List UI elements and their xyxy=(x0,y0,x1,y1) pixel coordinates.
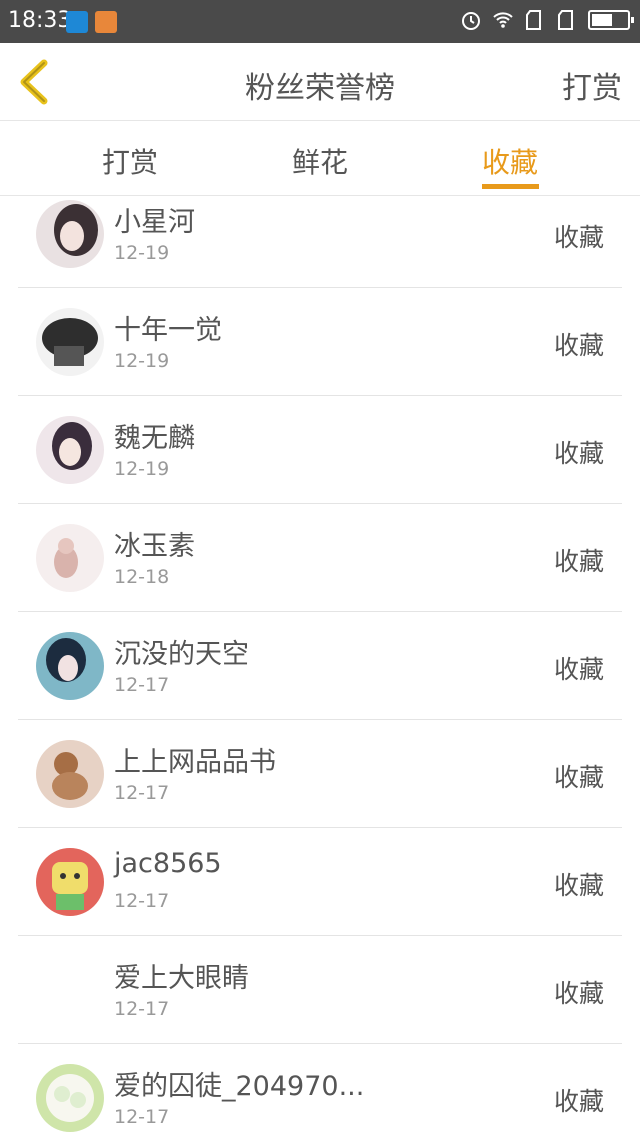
fan-name: 上上网品品书 xyxy=(114,747,276,778)
list-item[interactable]: 沉没的天空 12-17 收藏 xyxy=(18,612,622,720)
reward-button[interactable]: 打赏 xyxy=(562,63,622,107)
fan-action: 收藏 xyxy=(553,979,604,1008)
fan-action: 收藏 xyxy=(553,1087,604,1116)
signal-icon xyxy=(558,10,573,30)
fan-action: 收藏 xyxy=(553,223,604,252)
avatar xyxy=(36,632,104,700)
fan-date: 12-18 xyxy=(114,566,170,588)
fan-name: 十年一觉 xyxy=(114,315,222,346)
tab-flowers[interactable]: 鲜花 xyxy=(240,121,400,196)
list-item[interactable]: 冰玉素 12-18 收藏 xyxy=(18,504,622,612)
avatar xyxy=(36,1064,104,1132)
page-title: 粉丝荣誉榜 xyxy=(245,71,395,106)
fan-action: 收藏 xyxy=(553,763,604,792)
fan-date: 12-17 xyxy=(114,782,170,804)
fan-action: 收藏 xyxy=(553,439,604,468)
list-item[interactable]: 爱上大眼睛 12-17 收藏 xyxy=(18,936,622,1044)
status-time: 18:33 xyxy=(8,8,72,33)
status-bar: 18:33 xyxy=(0,0,640,43)
avatar xyxy=(36,416,104,484)
tab-bar: 打赏 鲜花 收藏 xyxy=(0,121,640,196)
avatar xyxy=(36,740,104,808)
avatar xyxy=(36,848,104,916)
active-tab-indicator xyxy=(482,184,539,189)
fan-name: 爱上大眼睛 xyxy=(114,963,249,994)
list-item[interactable]: 爱的囚徒_204970... 12-17 收藏 xyxy=(18,1044,622,1138)
fan-action: 收藏 xyxy=(553,871,604,900)
fan-name: 沉没的天空 xyxy=(114,639,249,670)
tab-reward[interactable]: 打赏 xyxy=(50,121,210,196)
fan-date: 12-19 xyxy=(114,242,170,264)
battery-icon xyxy=(588,10,634,30)
nav-bar: 粉丝荣誉榜 打赏 xyxy=(0,43,640,121)
fan-date: 12-17 xyxy=(114,998,170,1020)
fan-name: 冰玉素 xyxy=(114,531,195,562)
fan-action: 收藏 xyxy=(553,331,604,360)
fan-date: 12-19 xyxy=(114,350,170,372)
fan-name: jac8565 xyxy=(114,848,222,879)
fan-action: 收藏 xyxy=(553,655,604,684)
fan-action: 收藏 xyxy=(553,547,604,576)
alarm-icon xyxy=(462,12,480,30)
list-item[interactable]: 魏无麟 12-19 收藏 xyxy=(18,396,622,504)
signal-icon xyxy=(526,10,541,30)
status-icons xyxy=(460,9,634,31)
list-item[interactable]: 十年一觉 12-19 收藏 xyxy=(18,288,622,396)
list-item[interactable]: jac8565 12-17 收藏 xyxy=(18,828,622,936)
fan-name: 爱的囚徒_204970... xyxy=(114,1071,365,1102)
screenshot-app-icon xyxy=(66,11,88,33)
fan-date: 12-17 xyxy=(114,1106,170,1128)
avatar xyxy=(36,524,104,592)
list-item[interactable]: 上上网品品书 12-17 收藏 xyxy=(18,720,622,828)
fan-name: 魏无麟 xyxy=(114,423,195,454)
fan-date: 12-19 xyxy=(114,458,170,480)
fan-date: 12-17 xyxy=(114,674,170,696)
fan-list[interactable]: 小星河 12-19 收藏 十年一觉 12-19 收藏 魏无麟 12-19 收藏 … xyxy=(0,196,640,1138)
list-item[interactable]: 小星河 12-19 收藏 xyxy=(18,196,622,288)
notification-app-icon xyxy=(95,11,117,33)
wifi-icon xyxy=(493,12,513,28)
avatar xyxy=(36,308,104,376)
fan-name: 小星河 xyxy=(114,207,195,238)
avatar xyxy=(36,200,104,268)
fan-date: 12-17 xyxy=(114,890,170,912)
